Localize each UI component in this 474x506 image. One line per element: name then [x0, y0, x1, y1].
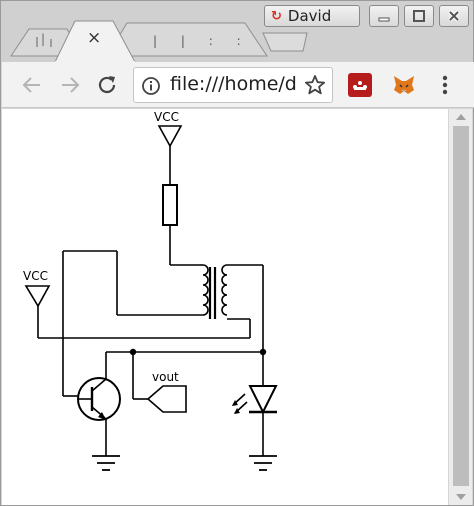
reload-button[interactable] — [92, 70, 122, 100]
browser-window: | × | | : : ↻ David file:///home/d VCC V… — [0, 0, 474, 506]
sync-paused-icon: ↻ — [271, 8, 282, 24]
tab-third-label[interactable]: | | : : — [153, 34, 251, 48]
minimize-button[interactable] — [369, 5, 399, 27]
arrow-right-icon — [62, 77, 80, 93]
circuit-schematic: VCC VCC vout — [23, 110, 278, 471]
junction-dot — [259, 348, 267, 356]
vcc-left-label: VCC — [23, 269, 48, 283]
maximize-icon — [413, 10, 425, 22]
vout-label: vout — [152, 370, 179, 384]
scrollbar-thumb[interactable] — [453, 126, 469, 486]
led — [232, 385, 278, 415]
arrow-left-icon — [22, 77, 40, 93]
metamask-extension-button[interactable] — [392, 73, 416, 97]
reload-icon — [98, 76, 116, 94]
npn-transistor — [77, 377, 121, 421]
address-bar[interactable]: file:///home/d — [133, 67, 333, 103]
page-viewport: VCC VCC vout — [2, 109, 448, 505]
new-tab-button[interactable] — [269, 34, 303, 50]
vcc-left-symbol — [24, 285, 51, 338]
close-icon — [448, 10, 460, 22]
scroll-up-icon[interactable] — [455, 112, 467, 122]
browser-menu-button[interactable] — [434, 71, 456, 99]
forward-button[interactable] — [55, 70, 85, 100]
info-icon[interactable] — [141, 76, 161, 96]
resistor — [162, 184, 178, 226]
close-window-button[interactable] — [439, 5, 469, 27]
tab-first-label[interactable]: | — [41, 32, 45, 46]
metamask-fox-icon — [394, 76, 414, 94]
ground-symbol-right — [249, 455, 277, 471]
vout-port — [146, 385, 187, 413]
tab-close-icon[interactable]: × — [87, 30, 101, 47]
back-button[interactable] — [17, 70, 47, 100]
vertical-scrollbar[interactable] — [448, 109, 472, 505]
mendeley-icon — [353, 81, 367, 90]
tab-shapes — [10, 20, 308, 62]
ground-symbol-left — [92, 455, 120, 471]
browser-toolbar: file:///home/d — [2, 62, 474, 108]
scroll-down-icon[interactable] — [455, 492, 467, 502]
profile-name: David — [287, 7, 332, 25]
profile-button[interactable]: ↻ David — [264, 5, 360, 27]
tab-strip: | × | | : : ↻ David — [1, 1, 473, 62]
transformer — [202, 264, 228, 319]
mendeley-extension-button[interactable] — [348, 73, 372, 97]
vcc-top-label: VCC — [154, 110, 179, 124]
vcc-top-symbol — [157, 125, 183, 185]
url-text[interactable]: file:///home/d — [170, 73, 297, 95]
three-dots-vertical-icon — [442, 75, 448, 95]
minimize-icon — [378, 17, 390, 22]
star-icon[interactable] — [304, 74, 326, 96]
junction-dot — [129, 348, 137, 356]
maximize-button[interactable] — [404, 5, 434, 27]
